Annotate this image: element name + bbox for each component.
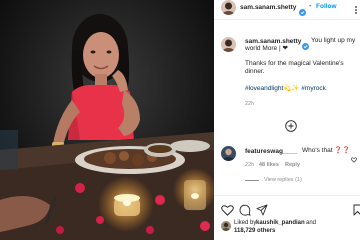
comment-username[interactable]: featureswag____ (245, 148, 297, 155)
caption-username[interactable]: sam.sanam.shetty (245, 38, 301, 45)
heart-icon[interactable] (221, 203, 234, 221)
follow-button[interactable]: Follow (316, 3, 337, 11)
heart-icon[interactable] (351, 150, 357, 168)
caption-text-line1: You light up my (311, 37, 356, 44)
caption-hashtags[interactable]: #loveandlight💫✨ #myrock (245, 85, 326, 93)
add-comment-icon[interactable] (285, 119, 297, 137)
comment-text: Who's that ❓❓ (302, 147, 351, 154)
bookmark-icon[interactable] (353, 203, 360, 221)
header-separator: • (309, 3, 312, 10)
view-replies-button[interactable]: View replies (1) (264, 177, 302, 183)
caption-body-line2: dinner. (245, 68, 265, 75)
post-photo[interactable] (0, 0, 214, 240)
likes-user[interactable]: kaushik_pandian (256, 219, 305, 227)
header-username[interactable]: sam.sanam.shetty (240, 4, 296, 11)
actions-divider (214, 195, 360, 196)
photo-scene (0, 0, 214, 240)
likes-and: and (306, 220, 317, 226)
header-avatar[interactable] (221, 0, 236, 15)
comment-likes[interactable]: 48 likes (259, 162, 279, 168)
likes-prefix: Liked by (234, 220, 257, 226)
post-panel: sam.sanam.shetty • Follow sam.sanam.shet… (214, 0, 360, 240)
caption-text-line2: world More | ❤ (245, 45, 288, 52)
caption-time[interactable]: 22h (245, 101, 254, 107)
more-icon[interactable] (352, 2, 360, 20)
comment-avatar[interactable] (221, 146, 236, 161)
replies-line (245, 180, 259, 181)
caption-body-line1: Thanks for the magical Valentine's (245, 60, 344, 67)
caption-avatar[interactable] (221, 37, 236, 52)
header-divider (214, 19, 360, 20)
liker-avatar[interactable] (221, 221, 231, 231)
likes-count[interactable]: 118,729 others (234, 227, 275, 235)
verified-icon (302, 37, 309, 55)
comment-time: 22h (245, 162, 255, 168)
reply-button[interactable]: Reply (285, 162, 300, 168)
